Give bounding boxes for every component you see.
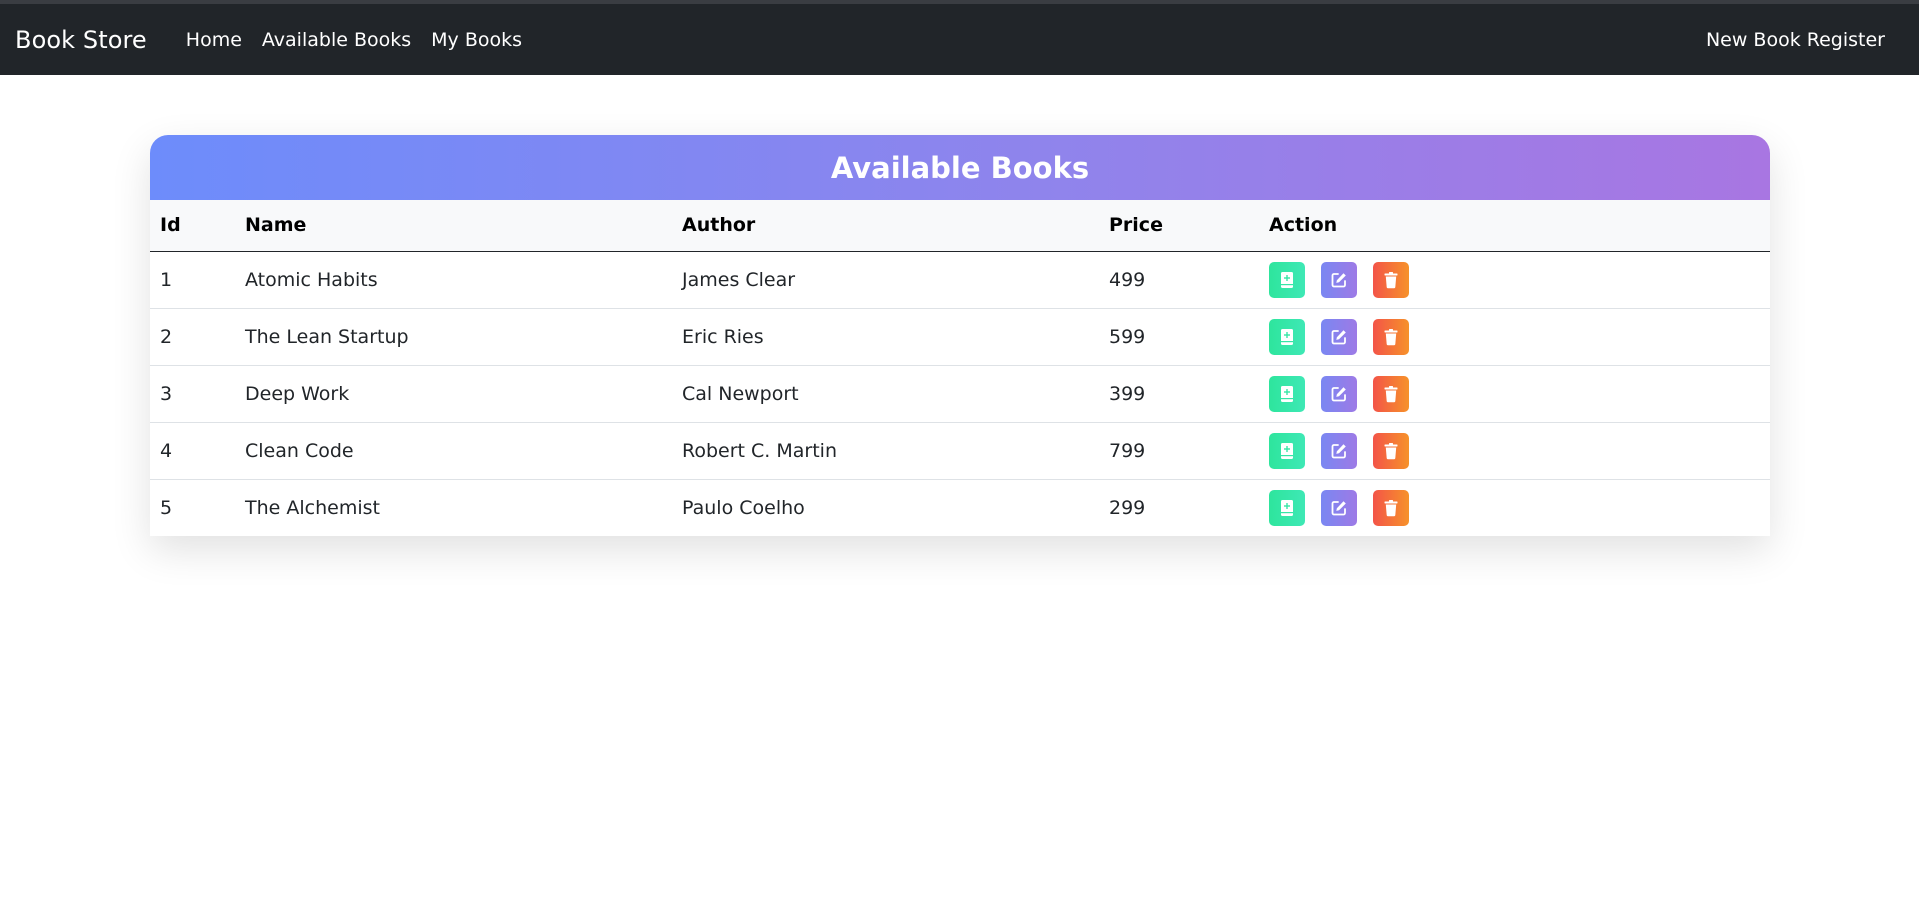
book-add-icon <box>1281 385 1293 402</box>
table-row: 2 The Lean Startup Eric Ries 599 <box>150 308 1770 366</box>
trash-icon <box>1384 271 1398 288</box>
nav-right: New Book Register <box>1706 29 1904 51</box>
cell-action <box>1259 365 1770 423</box>
delete-button[interactable] <box>1373 375 1409 412</box>
borrow-button[interactable] <box>1269 375 1305 412</box>
borrow-button[interactable] <box>1269 432 1305 469</box>
card-title: Available Books <box>830 150 1090 185</box>
nav-link-available-books[interactable]: Available Books <box>252 29 421 51</box>
column-header-price: Price <box>1099 200 1259 252</box>
edit-button[interactable] <box>1321 375 1357 412</box>
trash-icon <box>1384 499 1398 516</box>
book-add-icon <box>1281 499 1293 516</box>
edit-icon <box>1331 500 1346 516</box>
cell-name: Atomic Habits <box>235 251 672 309</box>
book-add-icon <box>1281 442 1293 459</box>
delete-button[interactable] <box>1373 432 1409 469</box>
cell-id: 3 <box>150 365 235 423</box>
cell-price: 599 <box>1099 308 1259 366</box>
cell-action <box>1259 251 1770 309</box>
delete-button[interactable] <box>1373 489 1409 526</box>
column-header-name: Name <box>235 200 672 252</box>
nav-link-home[interactable]: Home <box>176 29 252 51</box>
cell-author: Eric Ries <box>672 308 1099 366</box>
cell-price: 799 <box>1099 422 1259 480</box>
cell-id: 5 <box>160 496 173 519</box>
books-table: Id Name Author Price Action 1 Atomic Hab… <box>150 200 1770 536</box>
cell-author: James Clear <box>672 251 1099 309</box>
table-header-row: Id Name Author Price Action <box>150 200 1770 252</box>
borrow-button[interactable] <box>1269 261 1305 298</box>
cell-action <box>1259 422 1770 480</box>
borrow-button[interactable] <box>1269 489 1305 526</box>
edit-button[interactable] <box>1321 489 1357 526</box>
edit-icon <box>1331 386 1346 401</box>
column-header-action: Action <box>1259 200 1770 252</box>
navbar: Book Store Home Available Books My Books… <box>0 4 1919 75</box>
cell-action <box>1259 479 1770 536</box>
brand-link[interactable]: Book Store <box>15 26 147 54</box>
cell-price: 299 <box>1109 496 1146 519</box>
delete-button[interactable] <box>1373 261 1409 298</box>
cell-name: Deep Work <box>235 365 672 423</box>
row-actions <box>1269 318 1760 355</box>
trash-icon <box>1384 328 1398 345</box>
cell-id: 2 <box>150 308 235 366</box>
nav-links: Home Available Books My Books <box>176 29 532 51</box>
table-row: 3 Deep Work Cal Newport 399 <box>150 365 1770 423</box>
cell-id: 4 <box>150 422 235 480</box>
borrow-button[interactable] <box>1269 318 1305 355</box>
edit-icon <box>1331 443 1346 458</box>
cell-name: Clean Code <box>235 422 672 480</box>
edit-button[interactable] <box>1321 318 1357 355</box>
cell-author: Paulo Coelho <box>682 496 805 519</box>
book-add-icon <box>1281 328 1293 345</box>
row-actions <box>1269 261 1760 298</box>
books-card: Available Books Id Name Author Price Act… <box>150 135 1770 536</box>
cell-id: 1 <box>150 251 235 309</box>
card-header: Available Books <box>150 135 1770 200</box>
trash-icon <box>1384 385 1398 402</box>
edit-button[interactable] <box>1321 432 1357 469</box>
cell-author: Robert C. Martin <box>672 422 1099 480</box>
row-actions <box>1269 375 1760 412</box>
edit-icon <box>1331 272 1346 287</box>
table-row: 1 Atomic Habits James Clear 499 <box>150 251 1770 309</box>
row-actions <box>1269 489 1760 526</box>
column-header-author: Author <box>672 200 1099 252</box>
cell-author: Cal Newport <box>672 365 1099 423</box>
cell-action <box>1259 308 1770 366</box>
book-add-icon <box>1281 271 1293 288</box>
nav-link-new-book-register[interactable]: New Book Register <box>1706 29 1885 51</box>
cell-price: 399 <box>1099 365 1259 423</box>
column-header-id: Id <box>150 200 235 252</box>
edit-button[interactable] <box>1321 261 1357 298</box>
delete-button[interactable] <box>1373 318 1409 355</box>
trash-icon <box>1384 442 1398 459</box>
table-row: 4 Clean Code Robert C. Martin 799 <box>150 422 1770 480</box>
cell-price: 499 <box>1099 251 1259 309</box>
cell-name: The Lean Startup <box>235 308 672 366</box>
nav-link-my-books[interactable]: My Books <box>421 29 532 51</box>
row-actions <box>1269 432 1760 469</box>
table-row: 5 The Alchemist Paulo Coelho 299 <box>150 479 1770 536</box>
edit-icon <box>1331 329 1346 344</box>
cell-name: The Alchemist <box>245 496 380 519</box>
